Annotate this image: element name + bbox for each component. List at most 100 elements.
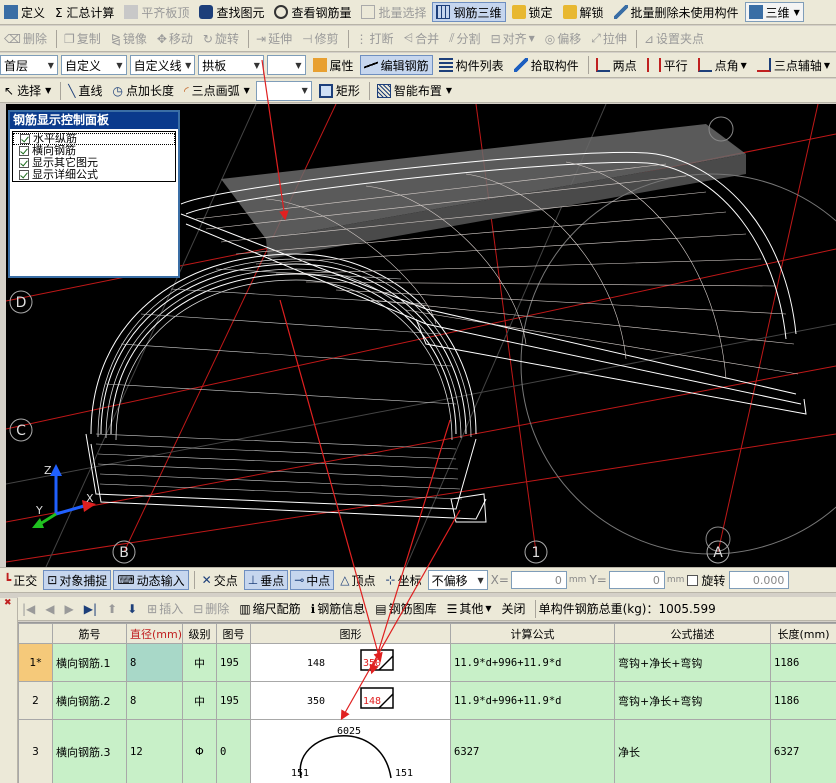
cell-shape[interactable]: 148 350 <box>250 643 451 682</box>
point-length-button[interactable]: ◷ 点加长度 <box>108 81 178 101</box>
cell-bar-number[interactable]: 横向钢筋.3 <box>52 719 127 783</box>
y-input[interactable]: 0 <box>608 571 665 589</box>
close-grid-button[interactable]: 关闭 <box>498 599 530 619</box>
midpoint-snap-button[interactable]: ⊸ 中点 <box>290 570 335 590</box>
intersect-snap-button[interactable]: ✕ 交点 <box>198 570 242 590</box>
type-select[interactable]: 自定义 ▼ <box>60 55 127 75</box>
subtype-select[interactable]: 自定义线 ▼ <box>129 55 196 75</box>
last-record-button[interactable]: ▶| <box>80 599 101 619</box>
split-button[interactable]: ⫽ 分割 <box>445 29 484 49</box>
cell-length[interactable]: 1186 <box>770 681 836 720</box>
component-list-button[interactable]: 构件列表 <box>435 55 508 75</box>
cell-figure-number[interactable]: 195 <box>216 643 251 682</box>
object-snap-button[interactable]: ⊡ 对象捕捉 <box>43 570 112 590</box>
rotate-checkbox[interactable] <box>687 574 699 586</box>
cell-grade[interactable]: Φ <box>182 719 217 783</box>
floor-select[interactable]: 首层 ▼ <box>0 55 58 75</box>
lock-button[interactable]: 锁定 <box>508 2 557 22</box>
scale-rebar-button[interactable]: ▥ 缩尺配筋 <box>235 599 304 619</box>
move-up-button[interactable]: ⬆ <box>103 599 121 619</box>
three-point-aux-button[interactable]: 三点辅轴 ▼ <box>753 55 834 75</box>
cell-shape[interactable]: 6025 151 151 <box>250 719 451 783</box>
cell-diameter[interactable]: 8 <box>126 643 183 682</box>
checkbox[interactable] <box>19 158 29 168</box>
rebar-info-button[interactable]: ℹ 钢筋信息 <box>307 599 370 619</box>
cell-formula[interactable]: 11.9*d+996+11.9*d <box>450 681 615 720</box>
cell-figure-number[interactable]: 0 <box>216 719 251 783</box>
cell-description[interactable]: 弯钩+净长+弯钩 <box>614 643 771 682</box>
view-rebar-button[interactable]: 查看钢筋量 <box>270 2 355 22</box>
x-input[interactable]: 0 <box>510 571 567 589</box>
cell-bar-number[interactable]: 横向钢筋.2 <box>52 681 127 720</box>
line-button[interactable]: ╲ 直线 <box>64 81 106 101</box>
cell-grade[interactable]: 中 <box>182 643 217 682</box>
cell-length[interactable]: 1186 <box>770 643 836 682</box>
header-diameter[interactable]: 直径(mm) <box>126 623 183 644</box>
offset-select[interactable]: 不偏移 ▼ <box>427 570 488 590</box>
find-element-button[interactable]: 查找图元 <box>195 2 268 22</box>
cell-figure-number[interactable]: 195 <box>216 681 251 720</box>
rebar-3d-button[interactable]: 钢筋三维 <box>432 2 506 22</box>
pick-component-button[interactable]: 拾取构件 <box>510 55 583 75</box>
other-button[interactable]: ☰ 其他 ▼ <box>443 599 496 619</box>
move-down-button[interactable]: ⬇ <box>123 599 141 619</box>
cell-description[interactable]: 净长 <box>614 719 771 783</box>
cell-bar-number[interactable]: 横向钢筋.1 <box>52 643 127 682</box>
rectangle-button[interactable]: 矩形 <box>315 81 364 101</box>
three-point-arc-button[interactable]: ◜ 三点画弧 ▼ <box>180 81 254 101</box>
batch-select-button[interactable]: 批量选择 <box>357 2 430 22</box>
point-angle-button[interactable]: 点角 ▼ <box>694 55 751 75</box>
cell-grade[interactable]: 中 <box>182 681 217 720</box>
define-button[interactable]: 定义 <box>0 2 49 22</box>
stretch-button[interactable]: ⤢ 拉伸 <box>587 29 631 49</box>
table-row[interactable]: 3 横向钢筋.3 12 Φ 0 6025 151 151 6327 净长 632… <box>18 719 836 783</box>
table-row[interactable]: 1* 横向钢筋.1 8 中 195 148 350 11.9*d+996+11.… <box>18 643 836 682</box>
ortho-button[interactable]: ┗ 正交 <box>0 570 41 590</box>
header-figure-number[interactable]: 图号 <box>216 623 251 644</box>
checkbox[interactable] <box>19 146 29 156</box>
vertex-snap-button[interactable]: △ 顶点 <box>336 570 379 590</box>
cell-shape[interactable]: 350 148 <box>250 681 451 720</box>
header-bar-number[interactable]: 筋号 <box>52 623 127 644</box>
move-button[interactable]: ✥ 移动 <box>153 29 197 49</box>
cell-description[interactable]: 弯钩+净长+弯钩 <box>614 681 771 720</box>
align-button[interactable]: ⊟ 对齐 ▼ <box>487 29 539 49</box>
header-grade[interactable]: 级别 <box>182 623 217 644</box>
coord-snap-button[interactable]: ⊹ 坐标 <box>382 570 426 590</box>
break-button[interactable]: ⋮ 打断 <box>352 29 398 49</box>
smart-layout-button[interactable]: 智能布置 ▼ <box>373 81 456 101</box>
checkbox[interactable] <box>20 134 30 144</box>
delete-row-button[interactable]: ⊟ 删除 <box>189 599 233 619</box>
rebar-library-button[interactable]: ▤ 钢筋图库 <box>371 599 440 619</box>
prev-record-button[interactable]: ◀ <box>41 599 58 619</box>
extend-button[interactable]: ⇥ 延伸 <box>252 29 296 49</box>
sum-calc-button[interactable]: Σ 汇总计算 <box>51 2 118 22</box>
delete-button[interactable]: ⌫ 删除 <box>0 29 51 49</box>
offset-button[interactable]: ◎ 偏移 <box>541 29 586 49</box>
properties-button[interactable]: 属性 <box>309 55 358 75</box>
cell-formula[interactable]: 11.9*d+996+11.9*d <box>450 643 615 682</box>
panel-item-show-formula[interactable]: 显示详细公式 <box>13 169 175 181</box>
select-button[interactable]: ↖ 选择 ▼ <box>0 81 55 101</box>
dynamic-input-button[interactable]: ⌨ 动态输入 <box>113 570 189 590</box>
next-record-button[interactable]: ▶ <box>61 599 78 619</box>
header-formula[interactable]: 计算公式 <box>450 623 615 644</box>
align-top-button[interactable]: 平齐板顶 <box>120 2 193 22</box>
table-row[interactable]: 2 横向钢筋.2 8 中 195 350 148 11.9*d+996+11.9… <box>18 681 836 720</box>
component-name-select[interactable]: 拱板 ▼ <box>198 55 264 75</box>
insert-button[interactable]: ⊞ 插入 <box>143 599 187 619</box>
rotate-button[interactable]: ↻ 旋转 <box>199 29 243 49</box>
header-description[interactable]: 公式描述 <box>614 623 771 644</box>
edit-rebar-button[interactable]: 编辑钢筋 <box>359 55 433 75</box>
cell-formula[interactable]: 6327 <box>450 719 615 783</box>
view-3d-dropdown[interactable]: 三维 ▼ <box>744 2 804 22</box>
cell-diameter[interactable]: 12 <box>126 719 183 783</box>
set-grip-button[interactable]: ⊿ 设置夹点 <box>640 29 708 49</box>
trim-button[interactable]: ⊣ 修剪 <box>298 29 342 49</box>
cell-length[interactable]: 6327 <box>770 719 836 783</box>
two-points-button[interactable]: 两点 <box>592 55 641 75</box>
checkbox[interactable] <box>19 170 29 180</box>
arc-mode-select[interactable]: ▼ <box>255 80 312 101</box>
cell-diameter[interactable]: 8 <box>126 681 183 720</box>
close-icon[interactable]: ✖ <box>4 598 17 608</box>
